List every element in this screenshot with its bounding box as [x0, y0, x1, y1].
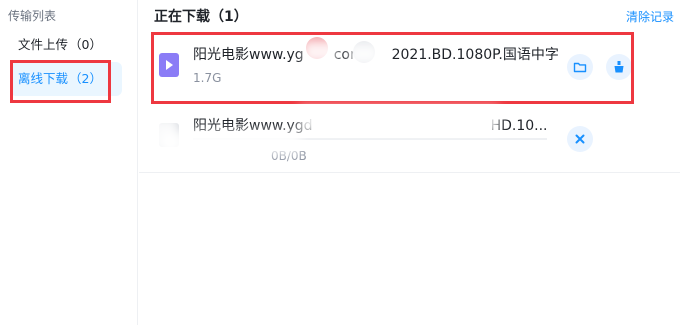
sidebar-item-label: 文件上传 — [18, 37, 69, 52]
redaction-mark — [161, 131, 301, 155]
video-file-icon — [159, 53, 179, 77]
page-title: 正在下载（1） — [154, 9, 248, 25]
download-panel: 正在下载（1） 清除记录 阳光电影www.ygcom2021.BD.1080P.… — [139, 0, 680, 325]
sidebar: 传输列表 文件上传（0） 离线下载（2） — [0, 0, 138, 325]
open-folder-button[interactable] — [567, 54, 593, 80]
sidebar-item-count: （0） — [69, 37, 102, 52]
file-name-suffix: HD.10... — [490, 118, 548, 134]
redaction-mark — [349, 44, 379, 64]
clean-icon — [614, 61, 624, 73]
sidebar-item-upload[interactable]: 文件上传（0） — [10, 28, 122, 62]
cancel-download-button[interactable] — [567, 126, 593, 152]
file-size: 1.7G — [193, 71, 222, 85]
clear-records-link[interactable]: 清除记录 — [626, 8, 674, 25]
redaction-mark — [145, 117, 179, 153]
sidebar-item-label: 离线下载 — [18, 71, 69, 86]
redaction-mark — [299, 107, 499, 133]
folder-icon — [573, 62, 587, 73]
file-name-suffix: 2021.BD.1080P.国语中字 — [391, 47, 559, 63]
download-row[interactable]: 阳光电影www.ygd HD.10... 0B/0B — [139, 105, 680, 173]
close-icon — [575, 134, 585, 144]
sidebar-title: 传输列表 — [8, 9, 57, 23]
clean-button[interactable] — [606, 54, 632, 80]
sidebar-item-count: （2） — [69, 71, 102, 86]
file-name-prefix: 阳光电影www.yg — [193, 47, 304, 63]
redaction-mark — [303, 41, 337, 63]
download-row[interactable]: 阳光电影www.ygcom2021.BD.1080P.国语中字 1.7G — [139, 35, 680, 103]
sidebar-item-offline-download[interactable]: 离线下载（2） — [10, 62, 122, 96]
